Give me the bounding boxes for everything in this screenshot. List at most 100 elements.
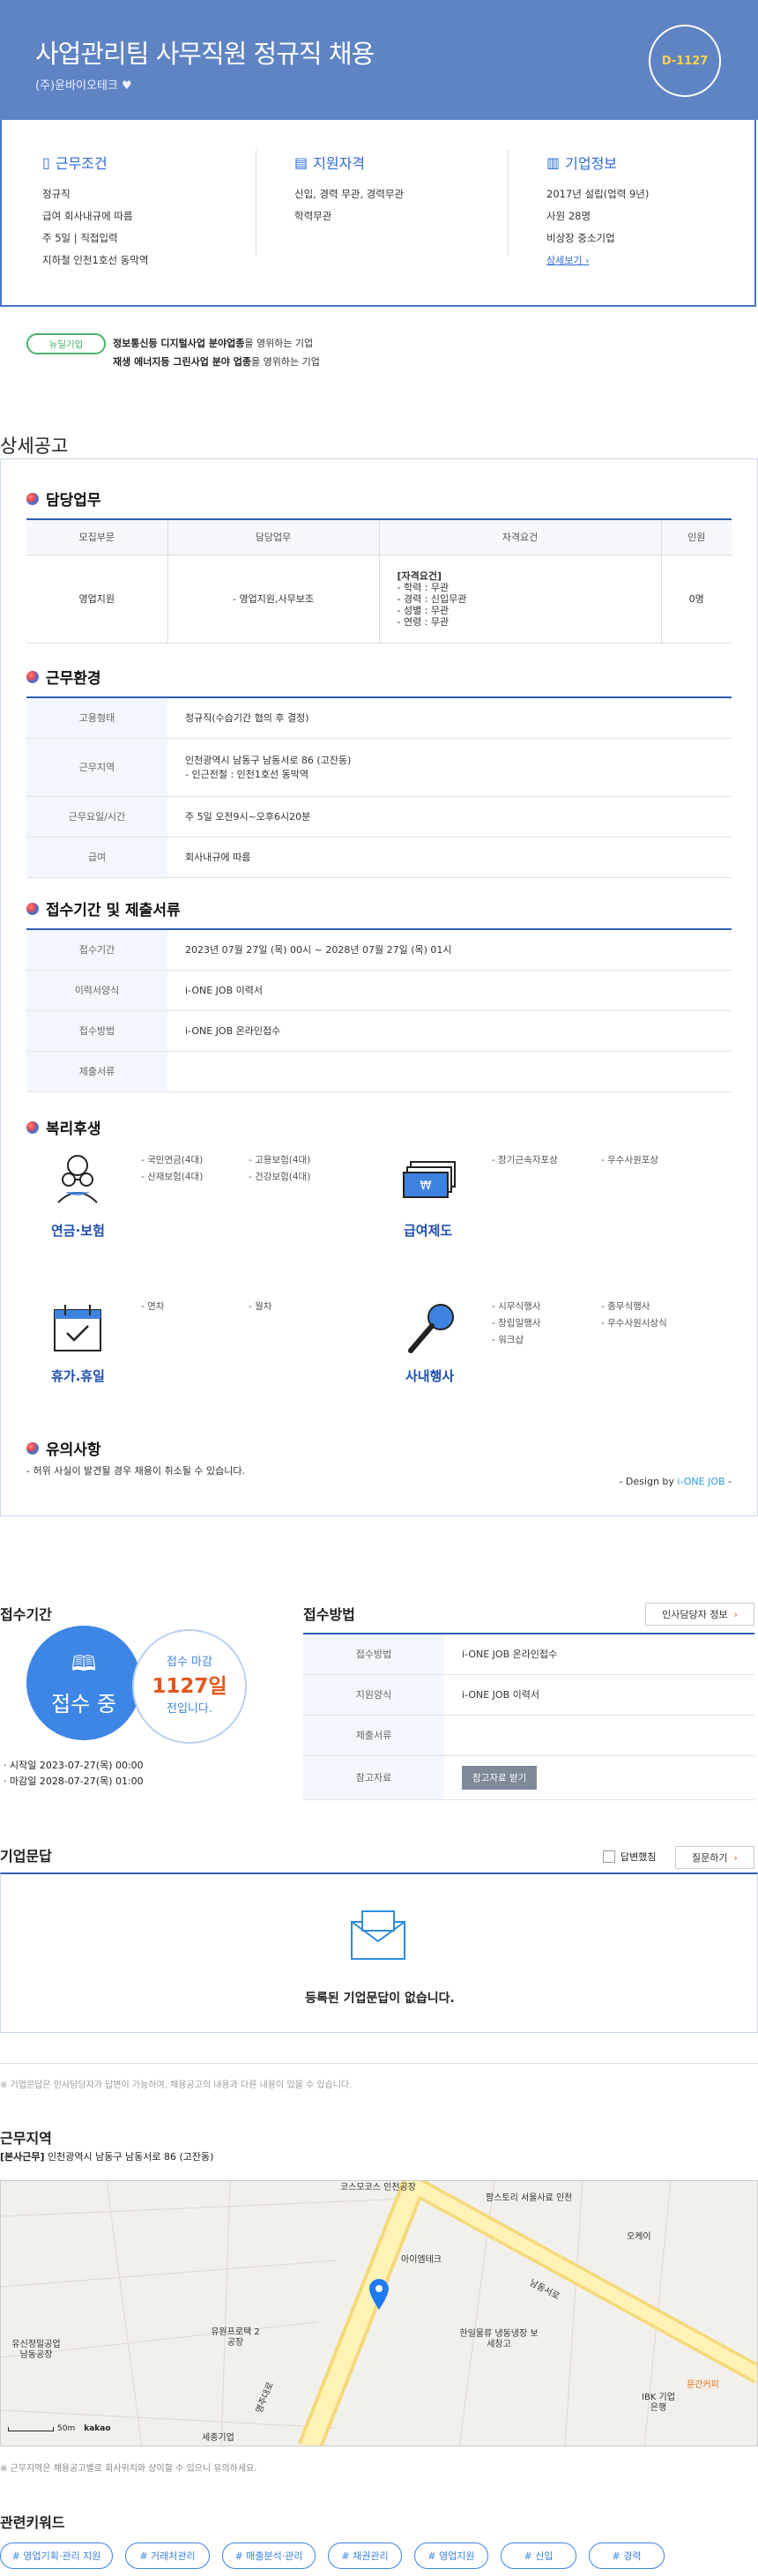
qna-title: 기업문답: [0, 1848, 52, 1865]
method-table: 접수방법 i-ONE JOB 온라인접수 지원양식 i-ONE JOB 이력서 제출…: [303, 1633, 754, 1800]
qualification-line: 학력무관: [294, 210, 332, 222]
row-value: i-ONE JOB 온라인접수: [167, 1010, 732, 1052]
row-value: 인천광역시 남동구 남동서로 86 (고잔동) - 인근전철 : 인천1호선 동막…: [167, 738, 732, 797]
apply-heading: 접수기간 및 제출서류: [26, 897, 181, 919]
table-header: 자격요건: [379, 518, 662, 555]
glasses-person-icon: [57, 1155, 98, 1203]
bullet-icon: [26, 492, 39, 505]
bullet-icon: [26, 902, 39, 915]
design-credit: - Design by i-ONE JOB -: [619, 1476, 732, 1487]
company-info-line: 비상장 중소기업: [546, 232, 615, 244]
row-label: 급여: [26, 837, 167, 878]
map-place: 아이엠테크: [401, 2255, 442, 2265]
keyword-tag[interactable]: # 매출분석·관리: [222, 2542, 316, 2569]
detail-title: 상세공고: [0, 436, 69, 457]
deadline-days: 1127일: [152, 1675, 227, 1698]
keyword-tag[interactable]: # 경력: [589, 2542, 665, 2569]
microphone-icon: [408, 1304, 454, 1353]
money-icon: ₩: [403, 1161, 456, 1198]
table-header: 담당업무: [167, 518, 380, 555]
row-label: 근무지역: [26, 738, 167, 797]
deadline-circle: 접수 마감 1127일 전입니다.: [132, 1629, 247, 1744]
status-text: 접수 중: [51, 1692, 116, 1716]
duty-requirements: [자격요건] - 학력 : 무관 - 경력 : 신입무관 - 성별 : 무관 - 연령 …: [379, 554, 662, 644]
row-label: 근무요일/시간: [26, 796, 167, 838]
map-place: 한일물류 냉동냉장 보세창고: [459, 2329, 539, 2349]
duty-count: 0명: [661, 554, 732, 644]
row-label: 고용형태: [26, 697, 167, 739]
summary-box: ▯ 근무조건 정규직 급여 회사내규에 따름 주 5일 | 직접입력 지하철 인천…: [0, 120, 756, 307]
welfare-item: - 창립일행사: [492, 1318, 541, 1329]
calendar-check-icon: [54, 1305, 101, 1351]
welfare-group-name: 휴가.휴일: [51, 1368, 105, 1384]
keyword-tag[interactable]: # 채권관리: [328, 2542, 402, 2569]
row-label: 지원양식: [303, 1674, 444, 1716]
job-header: 사업관리팀 사무직원 정규직 채용 (주)윤바이오테크 ♥ D-1127: [0, 0, 758, 120]
location-map[interactable]: 코스모코스 인천공장 팜스토리 서울사료 인천 오케이 아이엠테크 유신정밀공업…: [0, 2180, 758, 2446]
qna-empty-text: 등록된 기업문답이 없습니다.: [305, 1992, 455, 2006]
row-label: 접수방법: [303, 1634, 444, 1675]
condition-line: 정규직: [42, 188, 71, 200]
deadline-suffix: 전입니다.: [167, 1702, 212, 1716]
company-info-line: 사원 28명: [546, 210, 591, 222]
checkbox[interactable]: [603, 1850, 615, 1863]
map-place: 세종기업: [202, 2433, 234, 2443]
book-icon: 🕮: [71, 1651, 97, 1676]
env-heading: 근무환경: [26, 666, 101, 688]
keyword-tag[interactable]: # 신입: [501, 2542, 576, 2569]
qualification-column: ▤ 지원자격 신입, 경력 무관, 경력무관 학력무관: [294, 152, 515, 227]
bullet-icon: [26, 670, 39, 683]
keyword-tag[interactable]: # 영업지원: [414, 2542, 488, 2569]
map-place: IBK 기업은행: [642, 2393, 675, 2413]
qna-note: ※ 기업문답은 인사담당자가 답변이 가능하며, 채용공고의 내용과 다른 내용…: [0, 2081, 353, 2090]
duty-table: 모집부문 담당업무 자격요건 인원 영업지원 - 영업지원,사무보조 [자격요건] - …: [26, 518, 732, 644]
row-value: 회사내규에 따름: [167, 837, 732, 878]
keyword-tag[interactable]: # 거래처관리: [125, 2542, 210, 2569]
company-info-title: 기업정보: [565, 155, 618, 172]
company-info-line: 2017년 설립(업력 9년): [546, 188, 650, 200]
ask-button[interactable]: 질문하기 ›: [675, 1846, 754, 1869]
map-place: 오케이: [627, 2232, 651, 2242]
company-detail-link[interactable]: 상세보기 ›: [546, 255, 589, 266]
keywords-title: 관련키워드: [0, 2514, 65, 2531]
welfare-item: - 우수사원시상식: [601, 1318, 667, 1329]
condition-line: 지하철 인천1호선 동막역: [42, 254, 149, 266]
period-start: · 시작일 2023-07-27(목) 00:00: [4, 1760, 144, 1771]
envelope-icon: [351, 1910, 405, 1960]
status-circle: 🕮 접수 중: [26, 1626, 141, 1740]
map-place: 코스모코스 인천공장: [340, 2183, 416, 2193]
row-label: 접수방법: [26, 1010, 167, 1052]
keyword-tag[interactable]: # 영업기획·관리 지원: [0, 2542, 113, 2569]
company-label: (주)윤바이오테크: [35, 79, 118, 93]
welfare-group-name: 연금·보험: [51, 1223, 105, 1239]
building-icon: ▥: [546, 153, 561, 171]
row-value: 2023년 07월 27일 (목) 00시 ~ 2028년 07월 27일 (목…: [167, 929, 732, 971]
apply-table: 접수기간 2023년 07월 27일 (목) 00시 ~ 2028년 07월 27…: [26, 928, 732, 1092]
row-value: 참고자료 받기: [444, 1755, 754, 1800]
answered-filter[interactable]: 답변했침: [603, 1850, 656, 1864]
location-note: ※ 근무지역은 채용공고별로 회사위치와 상이할 수 있으니 유의하세요.: [0, 2464, 257, 2474]
heart-icon[interactable]: ♥: [122, 79, 132, 93]
row-label: 참고자료: [303, 1755, 444, 1800]
door-icon: ▯: [42, 153, 50, 171]
welfare-item: - 종무식행사: [601, 1301, 650, 1312]
welfare-item: - 월차: [249, 1301, 272, 1312]
reference-download-button[interactable]: 참고자료 받기: [462, 1765, 538, 1790]
map-place: 유신정밀공업 남동공장: [11, 2340, 61, 2360]
caution-text: - 허위 사실이 발견될 경우 채용이 취소될 수 있습니다.: [26, 1465, 245, 1477]
condition-line: 주 5일 | 직접입력: [42, 232, 118, 244]
welfare-item: - 연차: [141, 1301, 165, 1312]
map-pin-icon[interactable]: [368, 2278, 390, 2312]
duty-heading: 담당업무: [26, 488, 101, 510]
welfare-heading: 복리후생: [26, 1116, 101, 1138]
welfare-item: - 장기근속자포상: [492, 1155, 558, 1165]
contact-button[interactable]: 인사담당자 정보 ›: [645, 1603, 754, 1626]
period-end: · 마감일 2028-07-27(목) 01:00: [4, 1776, 144, 1787]
company-info-column: ▥ 기업정보 2017년 설립(업력 9년) 사원 28명 비상장 중소기업 상세…: [546, 152, 758, 272]
company-name[interactable]: (주)윤바이오테크 ♥: [35, 76, 132, 93]
duty-dept: 영업지원: [26, 554, 168, 644]
map-place: 윤간커피: [687, 2380, 719, 2390]
caution-heading: 유의사항: [26, 1437, 101, 1459]
svg-text:₩: ₩: [420, 1180, 432, 1193]
welfare-item: - 국민연금(4대): [141, 1155, 204, 1165]
